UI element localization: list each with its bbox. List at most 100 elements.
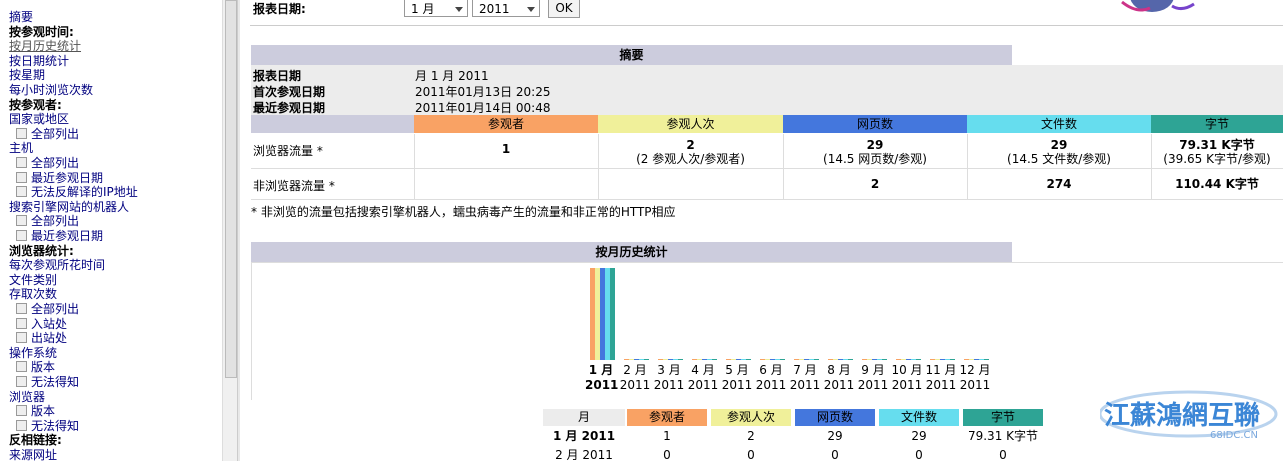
summary-cell: 1: [414, 142, 598, 156]
nav-sublink[interactable]: 无法反解译的IP地址: [16, 185, 138, 199]
monthly-table-cell: 0: [663, 448, 671, 461]
month-name: 10 月: [891, 363, 923, 377]
summary-title: 摘要: [251, 45, 1012, 65]
month-year: 2011: [653, 378, 685, 392]
nav-item-label: 来源网址: [9, 448, 58, 461]
monthly-table-cell: 0: [915, 448, 923, 461]
summary-cell: 274: [967, 177, 1151, 191]
chart-bar: [780, 359, 785, 360]
chart-bar: [882, 359, 887, 360]
first-visit-label: 首次参观日期: [253, 85, 326, 99]
nav-sublink[interactable]: 全部列出: [16, 214, 79, 228]
scrollbar-thumb[interactable]: [225, 0, 237, 378]
col-divider: [414, 134, 415, 168]
nav-link[interactable]: 来源网址: [9, 448, 57, 461]
watermark-subtext: 68IDC.CN: [1210, 430, 1258, 440]
col-divider: [414, 169, 415, 199]
month-name: 6 月: [759, 363, 783, 377]
last-visit-value: 2011年01月14日 00:48: [415, 101, 551, 115]
col-divider: [1151, 169, 1152, 199]
summary-cell: 2: [783, 177, 967, 191]
nav-link[interactable]: 每次参观所花时间: [9, 258, 105, 272]
nav-link[interactable]: 按星期: [9, 68, 45, 82]
nav-item-label: 全部列出: [31, 302, 80, 316]
nav-sublink[interactable]: 版本: [16, 360, 55, 374]
nav-link[interactable]: 文件类别: [9, 273, 57, 287]
monthly-table-cell: 29: [911, 429, 927, 443]
page-icon: [16, 332, 27, 344]
divider: [250, 25, 1283, 26]
nav-sublink[interactable]: 全部列出: [16, 302, 79, 316]
summary-cell-value: 2: [686, 138, 695, 152]
nav-sublink[interactable]: 无法得知: [16, 419, 79, 433]
nav-item-label: 全部列出: [31, 214, 80, 229]
nav-item-label: 反相链接:: [9, 433, 62, 448]
summary-cell-sub: (14.5 文件数/参观): [1007, 152, 1111, 166]
nav-sublink[interactable]: 全部列出: [16, 127, 79, 141]
month-name: 1 月: [588, 363, 614, 377]
page-icon: [16, 171, 27, 183]
nav-sublink[interactable]: 最近参观日期: [16, 171, 103, 185]
nav-link[interactable]: 浏览器: [9, 390, 45, 404]
nav-link[interactable]: 摘要: [9, 10, 33, 24]
nav-link[interactable]: 按日期统计: [9, 54, 69, 68]
nav-sublink[interactable]: 版本: [16, 404, 55, 418]
nav-sublink[interactable]: 全部列出: [16, 156, 79, 170]
page-icon: [16, 317, 27, 329]
nav-item-label: 每小时浏览次数: [9, 83, 94, 97]
row-divider: [251, 199, 1283, 200]
nav-item-label: 国家或地区: [9, 112, 70, 127]
nav-scrollbar[interactable]: [222, 0, 238, 461]
nav-item-label: 入站处: [31, 316, 68, 331]
watermark-logo: 江蘇鴻網互聯 68IDC.CN: [1098, 390, 1280, 441]
monthly-table-cell: 2 月 2011: [555, 448, 613, 461]
month-name: 3 月: [657, 363, 681, 377]
summary-column-header: 字节: [1151, 115, 1283, 133]
nav-item-label: 主机: [9, 141, 34, 156]
nav-item-label: 搜索引擎网站的机器人: [9, 199, 130, 214]
navigation-frame: 摘要 按参观时间: 按月历史统计 按日期统计 按星期 每小时浏览次数 按参观者: 国家或地区全…: [0, 0, 222, 461]
nav-item-label: 无法得知: [31, 418, 80, 433]
summary-cell: 110.44 K字节: [1151, 177, 1283, 191]
nav-sublink[interactable]: 无法得知: [16, 375, 79, 389]
summary-column-header: 文件数: [967, 115, 1151, 133]
year-select[interactable]: 2011: [472, 0, 540, 17]
nav-link[interactable]: 每小时浏览次数: [9, 83, 93, 97]
summary-cell-value: 110.44 K字节: [1175, 177, 1259, 191]
month-name: 5 月: [725, 363, 749, 377]
monthly-table-cell: 0: [999, 448, 1007, 461]
nav-sublink[interactable]: 出站处: [16, 331, 67, 345]
nav-link[interactable]: 国家或地区: [9, 112, 69, 126]
nav-link[interactable]: 按月历史统计: [9, 39, 81, 53]
page-icon: [16, 361, 27, 373]
monthly-table-cell: 1 月 2011: [552, 429, 616, 443]
month-select[interactable]: 1 月: [404, 0, 468, 17]
awstats-logo: [1121, 0, 1195, 12]
last-visit-label: 最近参观日期: [253, 101, 326, 115]
summary-cell-sub: (39.65 K字节/参观): [1163, 152, 1271, 166]
summary-cell: 29 (14.5 网页数/参观): [783, 138, 967, 166]
month-label: 8 月 2011: [823, 363, 855, 393]
chart-bar: [678, 359, 683, 360]
ok-button[interactable]: OK: [548, 0, 580, 18]
nav-item-label: 最近参观日期: [31, 229, 104, 243]
summary-cell-value: 29: [1050, 138, 1068, 152]
nav-link[interactable]: 搜索引擎网站的机器人: [9, 200, 129, 214]
summary-cell-value: 1: [501, 142, 511, 156]
summary-report-date-value: 月 1 月 2011: [415, 69, 489, 83]
chart-bar: [984, 359, 989, 360]
chart-bar: [950, 359, 955, 360]
monthly-table-header: 网页数: [795, 409, 875, 426]
month-year: 2011: [687, 378, 719, 392]
nav-link[interactable]: 操作系统: [9, 346, 57, 360]
nav-sublink[interactable]: 最近参观日期: [16, 229, 103, 243]
nav-link[interactable]: 主机: [9, 141, 33, 155]
monthly-table-cell: 1: [663, 429, 671, 443]
row-divider: [251, 168, 1283, 169]
nav-item-label: 最近参观日期: [31, 170, 104, 185]
month-year: 2011: [755, 378, 787, 392]
summary-cell-value: 2: [870, 177, 880, 191]
monthly-table-cell: 2: [747, 429, 755, 443]
nav-link[interactable]: 存取次数: [9, 287, 57, 301]
nav-sublink[interactable]: 入站处: [16, 317, 67, 331]
